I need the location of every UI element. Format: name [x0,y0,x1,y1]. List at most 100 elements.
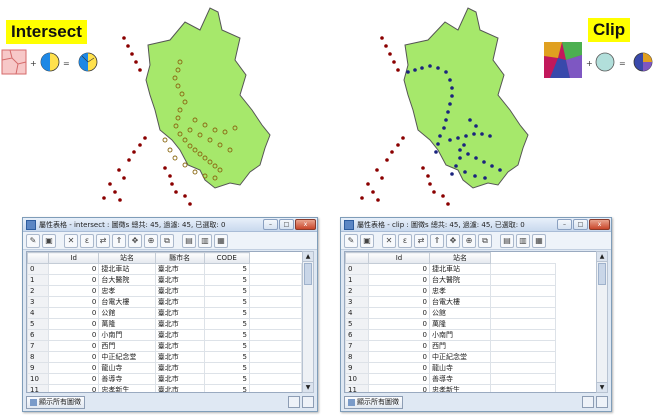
table-cell[interactable]: 0 [368,373,430,385]
row-header[interactable]: 11 [345,384,369,392]
table-cell[interactable]: 0 [368,329,430,341]
table-cell[interactable]: 0 [48,307,100,319]
row-header[interactable]: 3 [27,296,50,308]
table-cell[interactable]: 臺北市 [154,384,205,392]
row-header[interactable]: 8 [27,351,50,363]
field-calculator-icon[interactable]: ▦ [532,233,546,248]
table-row[interactable]: 7 0 西門 臺北市 5 [27,340,302,352]
save-edits-icon[interactable]: ▣ [360,233,374,248]
row-header[interactable]: 4 [345,307,369,319]
close-button[interactable]: x [295,219,316,230]
select-by-expression-icon[interactable]: ε [398,233,412,248]
table-cell[interactable]: 臺北市 [154,318,205,330]
table-cell[interactable]: 台電大樓 [429,296,491,308]
table-cell[interactable]: 忠孝 [429,285,491,297]
delete-column-icon[interactable]: ▥ [516,233,530,248]
row-header[interactable]: 6 [27,329,50,341]
scroll-thumb[interactable] [304,263,312,285]
save-edits-icon[interactable]: ▣ [42,233,56,248]
column-header[interactable]: Id [368,252,430,264]
table-cell[interactable]: 西門 [98,340,156,352]
table-cell[interactable]: 5 [203,340,250,352]
table-row[interactable]: 5 0 萬隆 臺北市 5 [27,318,302,330]
scroll-up-icon[interactable]: ▲ [303,252,313,262]
table-cell[interactable]: 0 [368,318,430,330]
delete-column-icon[interactable]: ▥ [198,233,212,248]
row-header[interactable]: 7 [345,340,369,352]
table-row[interactable]: 2 0 忠孝 [345,285,556,297]
field-calculator-icon[interactable]: ▦ [214,233,228,248]
vertical-scrollbar[interactable]: ▲ ▼ [302,251,314,393]
column-header[interactable]: 站名 [429,252,491,264]
table-cell[interactable]: 0 [48,351,100,363]
table-cell[interactable]: 台大醫院 [429,274,491,286]
table-row[interactable]: 3 0 台電大樓 臺北市 5 [27,296,302,308]
table-cell[interactable]: 臺北市 [154,274,205,286]
table-cell[interactable]: 5 [203,318,250,330]
table-cell[interactable]: 善導寺 [429,373,491,385]
row-header[interactable]: 2 [345,285,369,297]
table-cell[interactable]: 0 [368,351,430,363]
table-row[interactable]: 4 0 公館 臺北市 5 [27,307,302,319]
column-header[interactable]: 站名 [98,252,156,264]
table-cell[interactable]: 0 [368,274,430,286]
table-cell[interactable]: 0 [368,362,430,374]
table-cell[interactable]: 5 [203,329,250,341]
table-cell[interactable]: 0 [48,296,100,308]
table-cell[interactable]: 台電大樓 [98,296,156,308]
table-row[interactable]: 9 0 龍山寺 臺北市 5 [27,362,302,374]
new-column-icon[interactable]: ▤ [500,233,514,248]
new-column-icon[interactable]: ▤ [182,233,196,248]
table-row[interactable]: 0 0 捷北車站 臺北市 5 [27,263,302,275]
table-cell[interactable]: 0 [48,274,100,286]
show-all-features-button[interactable]: 顯示所有圖徵 [344,395,403,409]
table-cell[interactable]: 臺北市 [154,362,205,374]
delete-selected-icon[interactable]: ✕ [64,233,78,248]
table-row[interactable]: 10 0 善導寺 臺北市 5 [27,373,302,385]
table-cell[interactable]: 捷北車站 [98,263,156,275]
table-view-icon[interactable] [596,396,608,408]
table-cell[interactable]: 龍山寺 [98,362,156,374]
show-all-features-button[interactable]: 顯示所有圖徵 [26,395,85,409]
table-cell[interactable]: 忠孝 [98,285,156,297]
invert-selection-icon[interactable]: ⇄ [96,233,110,248]
table-cell[interactable]: 0 [48,329,100,341]
table-cell[interactable]: 5 [203,296,250,308]
table-row[interactable]: 4 0 公館 [345,307,556,319]
scroll-down-icon[interactable]: ▼ [303,382,313,392]
table-row[interactable]: 11 0 忠孝新生 [345,384,556,392]
table-cell[interactable]: 0 [368,263,430,275]
row-header[interactable]: 5 [345,318,369,330]
row-header[interactable]: 9 [27,362,50,374]
column-header[interactable]: 縣市名 [154,252,205,264]
table-row[interactable]: 8 0 中正紀念堂 [345,351,556,363]
move-selection-top-icon[interactable]: ⇑ [112,233,126,248]
table-row[interactable]: 8 0 中正紀念堂 臺北市 5 [27,351,302,363]
table-row[interactable]: 1 0 台大醫院 臺北市 5 [27,274,302,286]
row-header[interactable]: 0 [27,263,50,275]
table-cell[interactable]: 5 [203,307,250,319]
table-cell[interactable]: 0 [368,384,430,392]
row-header[interactable]: 1 [345,274,369,286]
copy-rows-icon[interactable]: ⧉ [478,233,492,248]
zoom-to-selection-icon[interactable]: ⊕ [462,233,476,248]
row-header[interactable]: 7 [27,340,50,352]
minimize-button[interactable]: – [557,219,572,230]
table-row[interactable]: 6 0 小南門 臺北市 5 [27,329,302,341]
row-header[interactable]: 0 [345,263,369,275]
table-cell[interactable]: 善導寺 [98,373,156,385]
table-row[interactable]: 1 0 台大醫院 [345,274,556,286]
scroll-down-icon[interactable]: ▼ [597,382,607,392]
table-cell[interactable]: 西門 [429,340,491,352]
table-row[interactable]: 6 0 小南門 [345,329,556,341]
table-cell[interactable]: 萬隆 [429,318,491,330]
table-cell[interactable]: 0 [368,285,430,297]
table-cell[interactable]: 0 [48,340,100,352]
table-cell[interactable]: 臺北市 [154,329,205,341]
table-cell[interactable]: 0 [48,373,100,385]
row-header[interactable]: 1 [27,274,50,286]
pan-map-icon[interactable]: ✥ [128,233,142,248]
table-cell[interactable]: 5 [203,263,250,275]
table-cell[interactable]: 臺北市 [154,263,205,275]
toggle-edit-icon[interactable]: ✎ [344,233,358,248]
